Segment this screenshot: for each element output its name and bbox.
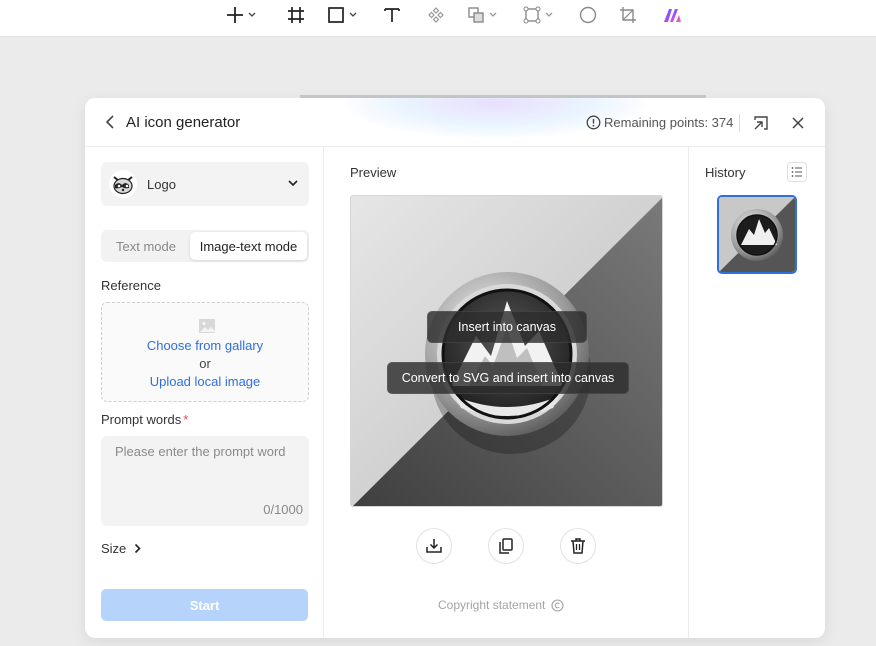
style-select[interactable]: Logo bbox=[101, 162, 309, 206]
mode-switch: Text mode Image-text mode bbox=[101, 230, 309, 262]
dialog-title: AI icon generator bbox=[126, 114, 241, 131]
delete-button[interactable] bbox=[560, 528, 596, 564]
close-icon bbox=[792, 117, 804, 129]
top-toolbar bbox=[0, 0, 876, 37]
remaining-points: Remaining points: 374 bbox=[586, 115, 733, 130]
remaining-points-label: Remaining points: 374 bbox=[604, 115, 734, 130]
reference-upload-area[interactable]: Choose from gallary or Upload local imag… bbox=[101, 302, 309, 402]
path-tool[interactable] bbox=[523, 4, 553, 26]
ellipse-icon bbox=[579, 6, 597, 24]
prompt-char-count: 0/1000 bbox=[263, 502, 303, 517]
header-divider bbox=[739, 114, 740, 132]
copy-button[interactable] bbox=[488, 528, 524, 564]
history-thumbnail[interactable] bbox=[717, 195, 797, 274]
dialog-header: AI icon generator Remaining points: 374 bbox=[85, 98, 825, 147]
required-mark: * bbox=[183, 412, 189, 427]
preview-label: Preview bbox=[350, 165, 397, 180]
convert-to-svg-button[interactable]: Convert to SVG and insert into canvas bbox=[387, 362, 629, 394]
raccoon-logo-icon bbox=[109, 170, 137, 198]
download-button[interactable] bbox=[416, 528, 452, 564]
add-tool[interactable] bbox=[226, 4, 256, 26]
settings-panel: Logo Text mode Image-text mode Reference… bbox=[85, 147, 324, 638]
frame-icon bbox=[288, 7, 304, 23]
popout-button[interactable] bbox=[752, 114, 770, 132]
chevron-left-icon bbox=[105, 115, 114, 129]
boolean-tool[interactable] bbox=[467, 4, 497, 26]
size-label: Size bbox=[101, 541, 127, 556]
rectangle-icon bbox=[328, 7, 344, 23]
copy-icon bbox=[499, 538, 513, 554]
image-placeholder-icon bbox=[199, 319, 215, 333]
download-icon bbox=[426, 539, 442, 553]
popout-icon bbox=[754, 116, 768, 130]
chevron-down-icon bbox=[349, 12, 357, 17]
info-circle-icon bbox=[586, 115, 601, 130]
component-icon bbox=[428, 7, 444, 23]
ellipse-tool[interactable] bbox=[579, 4, 597, 26]
text-tool[interactable] bbox=[383, 4, 401, 26]
delete-icon bbox=[571, 538, 585, 554]
crop-icon bbox=[620, 7, 636, 23]
prompt-words-label: Prompt words * bbox=[101, 412, 188, 427]
start-button[interactable]: Start bbox=[101, 589, 308, 621]
crop-tool[interactable] bbox=[619, 4, 637, 26]
generated-icon-preview: Insert into canvas Convert to SVG and in… bbox=[350, 195, 663, 507]
choose-from-gallery-link[interactable]: Choose from gallary bbox=[102, 338, 308, 353]
preview-panel: Preview Insert into canvas Convert to SV… bbox=[324, 147, 689, 638]
size-expander[interactable]: Size bbox=[101, 541, 141, 556]
upload-local-image-link[interactable]: Upload local image bbox=[102, 374, 308, 389]
prompt-words-text: Prompt words bbox=[101, 412, 182, 427]
style-select-label: Logo bbox=[147, 177, 176, 192]
tab-image-text-mode[interactable]: Image-text mode bbox=[190, 232, 307, 260]
reference-label: Reference bbox=[101, 278, 161, 293]
chevron-down-icon bbox=[489, 12, 497, 17]
frame-tool[interactable] bbox=[287, 4, 305, 26]
ai-icon-generator-dialog: AI icon generator Remaining points: 374 bbox=[85, 98, 825, 638]
prompt-input-box: 0/1000 bbox=[101, 436, 309, 526]
boolean-icon bbox=[468, 7, 484, 23]
or-label: or bbox=[199, 356, 211, 371]
insert-into-canvas-button[interactable]: Insert into canvas bbox=[427, 311, 587, 343]
history-panel: History bbox=[689, 147, 825, 638]
prompt-input[interactable] bbox=[101, 436, 309, 506]
component-tool[interactable] bbox=[427, 4, 445, 26]
chevron-down-icon bbox=[288, 180, 298, 187]
chevron-down-icon bbox=[248, 12, 256, 17]
close-button[interactable] bbox=[789, 114, 807, 132]
text-icon bbox=[384, 8, 400, 22]
rectangle-tool[interactable] bbox=[327, 4, 357, 26]
back-button[interactable] bbox=[101, 113, 119, 131]
chevron-right-icon bbox=[135, 543, 141, 554]
ai-tool[interactable] bbox=[662, 4, 682, 26]
copyright-statement[interactable]: Copyright statement bbox=[438, 598, 564, 612]
ai-logo-icon bbox=[664, 9, 681, 22]
history-label: History bbox=[705, 165, 746, 180]
path-icon bbox=[523, 6, 541, 24]
list-icon bbox=[791, 167, 802, 177]
copyright-label: Copyright statement bbox=[438, 598, 546, 612]
chevron-down-icon bbox=[545, 12, 553, 17]
add-icon bbox=[227, 7, 243, 23]
copyright-icon bbox=[551, 598, 564, 612]
tab-text-mode[interactable]: Text mode bbox=[103, 232, 189, 260]
history-list-button[interactable] bbox=[787, 162, 807, 182]
